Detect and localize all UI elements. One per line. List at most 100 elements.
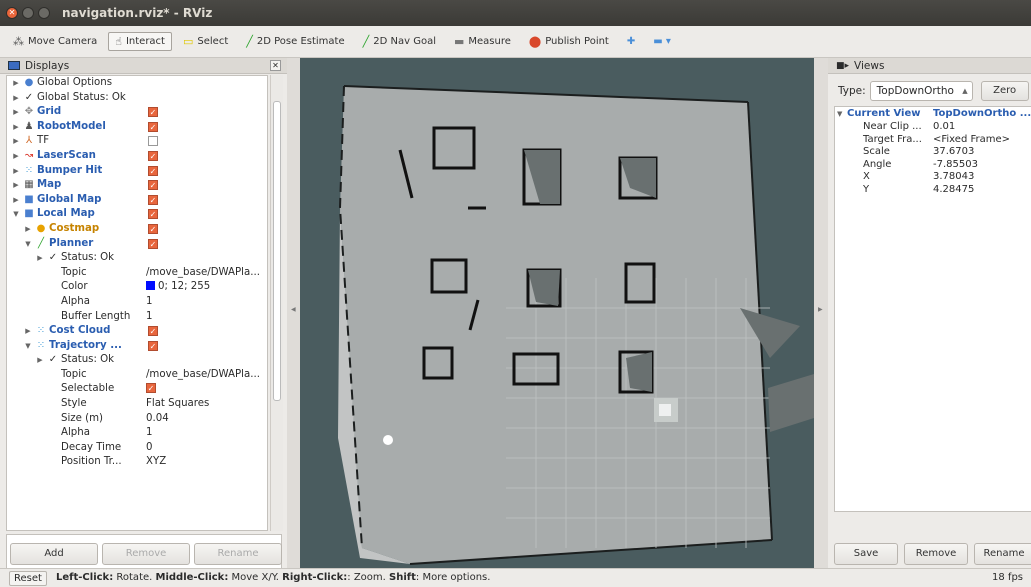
close-panel-icon[interactable]: ✕ [270, 60, 281, 71]
enable-checkbox[interactable]: ✓ [148, 180, 158, 191]
display-row[interactable]: ▶ ✥ Grid ✓ [7, 105, 267, 120]
display-row[interactable]: Position Tr... XYZ [7, 455, 267, 470]
expand-arrow-icon[interactable]: ▶ [11, 193, 21, 208]
close-window-icon[interactable]: ✕ [6, 7, 18, 19]
expand-arrow-icon[interactable]: ▼ [23, 237, 33, 252]
display-row-value[interactable]: 0 [146, 441, 152, 456]
display-row[interactable]: ▶ ⁙ Bumper Hit ✓ [7, 164, 267, 179]
view-property-value[interactable]: 4.28475 [933, 184, 974, 197]
display-row[interactable]: ▶ ⅄ TF ✓ [7, 134, 267, 149]
view-type-select[interactable]: TopDownOrtho ▲▼ [869, 81, 973, 113]
display-row[interactable]: Decay Time 0 [7, 441, 267, 456]
tool-move-camera[interactable]: ⁂ Move Camera [6, 32, 104, 51]
expand-arrow-icon[interactable]: ▶ [11, 164, 21, 179]
maximize-window-icon[interactable] [38, 7, 50, 19]
save-view-button[interactable]: Save [834, 543, 898, 565]
expand-arrow-icon[interactable]: ▶ [11, 91, 21, 106]
remove-view-button[interactable]: Remove [904, 543, 968, 565]
enable-checkbox[interactable]: ✓ [148, 121, 158, 132]
minus-dropdown-icon[interactable]: ▬ ▾ [646, 32, 678, 51]
view-property-row[interactable]: Y 4.28475 [835, 184, 1031, 197]
view-property-row[interactable]: X 3.78043 [835, 171, 1031, 184]
displays-scrollbar[interactable] [270, 75, 283, 531]
reset-button[interactable]: Reset [9, 571, 47, 586]
enable-checkbox[interactable]: ✓ [148, 340, 158, 351]
tool-interact[interactable]: ☝ Interact [108, 32, 172, 51]
display-row[interactable]: ▶ ✓ Status: Ok [7, 251, 267, 266]
color-swatch[interactable] [146, 281, 155, 291]
display-row-value[interactable]: ✓ [146, 382, 156, 397]
display-row[interactable]: ▼ ⁙ Trajectory ... ✓ [7, 339, 267, 354]
display-row-value[interactable]: /move_base/DWAPla... [146, 266, 260, 281]
tool-measure[interactable]: ▬ Measure [447, 32, 518, 51]
display-row[interactable]: ▶ ✓ Status: Ok [7, 353, 267, 368]
tool-pose-estimate[interactable]: ╱ 2D Pose Estimate [239, 32, 351, 51]
display-row[interactable]: Size (m) 0.04 [7, 412, 267, 427]
view-property-row[interactable]: Scale 37.6703 [835, 146, 1031, 159]
display-row[interactable]: Color 0; 12; 255 [7, 280, 267, 295]
view-property-value[interactable]: 0.01 [933, 121, 955, 134]
tool-nav-goal[interactable]: ╱ 2D Nav Goal [356, 32, 443, 51]
display-row-value[interactable]: 1 [146, 295, 152, 310]
display-row-value[interactable]: /move_base/DWAPla... [146, 368, 260, 383]
display-row[interactable]: ▶ ■ Global Map ✓ [7, 193, 267, 208]
display-row[interactable]: ▶ ▦ Map ✓ [7, 178, 267, 193]
expand-arrow-icon[interactable]: ▼ [23, 339, 33, 354]
expand-arrow-icon[interactable]: ▶ [11, 76, 21, 91]
tool-publish-point[interactable]: ⬤ Publish Point [522, 32, 616, 51]
view-property-row[interactable]: Near Clip ... 0.01 [835, 121, 1031, 134]
display-row[interactable]: Topic/move_base/DWAPla... [7, 266, 267, 281]
add-display-button[interactable]: Add [10, 543, 98, 565]
expand-arrow-icon[interactable]: ▶ [11, 134, 21, 149]
rename-view-button[interactable]: Rename [974, 543, 1031, 565]
selectable-checkbox[interactable]: ✓ [146, 383, 156, 394]
display-row[interactable]: Alpha 1 [7, 295, 267, 310]
display-row[interactable]: ▶ ↝ LaserScan ✓ [7, 149, 267, 164]
rename-display-button[interactable]: Rename [194, 543, 282, 565]
current-view-row[interactable]: ▼ Current View TopDownOrtho ... [835, 107, 1031, 121]
view-property-value[interactable]: 3.78043 [933, 171, 974, 184]
enable-checkbox[interactable]: ✓ [148, 194, 158, 205]
expand-arrow-icon[interactable]: ▶ [11, 149, 21, 164]
collapse-left-icon[interactable]: ◀ [291, 306, 296, 313]
display-row[interactable]: ▶ ✓ Global Status: Ok [7, 91, 267, 106]
display-row[interactable]: Buffer Length 1 [7, 310, 267, 325]
enable-checkbox[interactable]: ✓ [148, 209, 158, 220]
expand-arrow-icon[interactable]: ▶ [23, 222, 33, 237]
view-property-value[interactable]: -7.85503 [933, 159, 978, 172]
enable-checkbox[interactable]: ✓ [148, 326, 158, 337]
enable-checkbox[interactable]: ✓ [148, 107, 158, 118]
display-row[interactable]: ▶ ● Global Options [7, 76, 267, 91]
collapse-right-icon[interactable]: ▶ [818, 306, 823, 313]
expand-arrow-icon[interactable]: ▼ [11, 207, 21, 222]
expand-arrow-icon[interactable]: ▶ [11, 120, 21, 135]
expand-arrow-icon[interactable]: ▼ [837, 107, 842, 121]
enable-checkbox[interactable]: ✓ [148, 150, 158, 161]
display-row[interactable]: Selectable ✓ [7, 382, 267, 397]
remove-display-button[interactable]: Remove [102, 543, 190, 565]
display-row[interactable]: Style Flat Squares [7, 397, 267, 412]
scrollbar-thumb[interactable] [273, 101, 281, 401]
left-splitter[interactable]: ◀ [287, 58, 300, 568]
display-row-value[interactable]: 0.04 [146, 412, 169, 427]
display-row[interactable]: ▼ ■ Local Map ✓ [7, 207, 267, 222]
view-property-value[interactable]: <Fixed Frame> [933, 134, 1010, 147]
display-row-value[interactable]: Flat Squares [146, 397, 209, 412]
view-property-row[interactable]: Angle -7.85503 [835, 159, 1031, 172]
expand-arrow-icon[interactable]: ▶ [11, 105, 21, 120]
enable-checkbox[interactable]: ✓ [148, 136, 158, 147]
enable-checkbox[interactable]: ✓ [148, 238, 158, 249]
display-row-value[interactable]: 0; 12; 255 [146, 280, 210, 295]
map-render[interactable] [300, 58, 814, 568]
zero-view-button[interactable]: Zero [980, 81, 1029, 101]
right-splitter[interactable]: ▶ [814, 58, 828, 568]
display-row-value[interactable]: 1 [146, 310, 152, 325]
enable-checkbox[interactable]: ✓ [148, 223, 158, 234]
view-property-value[interactable]: 37.6703 [933, 146, 974, 159]
expand-arrow-icon[interactable]: ▶ [35, 251, 45, 266]
render-viewport[interactable] [300, 58, 814, 568]
display-row[interactable]: ▼ ╱ Planner ✓ [7, 237, 267, 252]
view-property-row[interactable]: Target Fra... <Fixed Frame> [835, 134, 1031, 147]
expand-arrow-icon[interactable]: ▶ [35, 353, 45, 368]
enable-checkbox[interactable]: ✓ [148, 165, 158, 176]
